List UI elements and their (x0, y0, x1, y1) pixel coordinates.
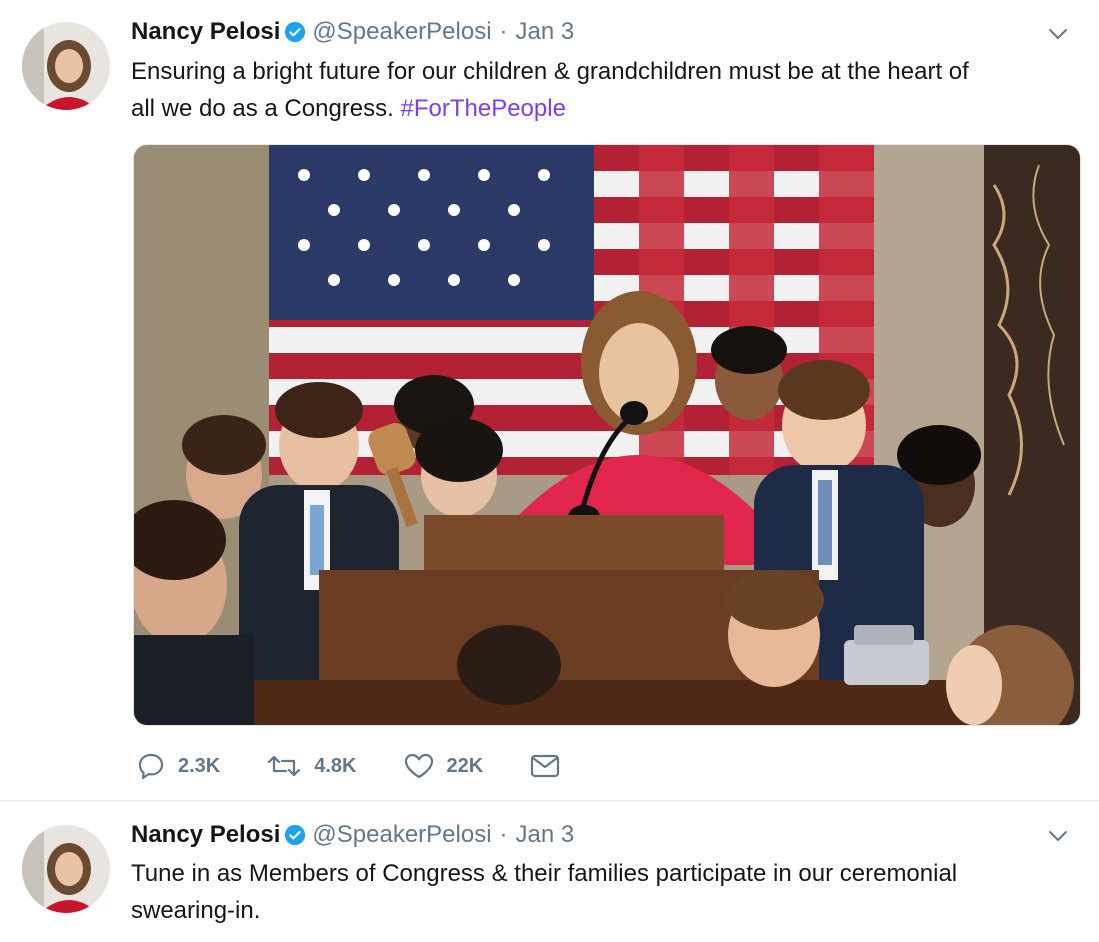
tweet-text: Tune in as Members of Congress & their f… (131, 855, 1076, 929)
like-button[interactable]: 22K (403, 751, 484, 781)
tweet-date[interactable]: Jan 3 (516, 18, 575, 46)
tweet-date[interactable]: Jan 3 (516, 821, 575, 849)
tweet-header: Nancy Pelosi @SpeakerPelosi · Jan 3 (131, 819, 574, 851)
reply-count: 2.3K (178, 754, 221, 777)
tweet-text-segment: all we do as a Congress. (131, 95, 394, 122)
separator-dot: · (499, 821, 508, 848)
tweet-text: Ensuring a bright future for our childre… (131, 53, 1076, 127)
retweet-count: 4.8K (314, 754, 357, 777)
reply-button[interactable]: 2.3K (136, 751, 220, 781)
retweet-button[interactable]: 4.8K (266, 751, 357, 781)
verified-badge-icon (284, 21, 306, 43)
message-icon (529, 751, 561, 781)
tweet-text-line: Ensuring a bright future for our childre… (131, 58, 969, 85)
avatar-image (22, 825, 110, 913)
hashtag-link[interactable]: #ForThePeople (400, 95, 565, 122)
author-handle[interactable]: @SpeakerPelosi (312, 18, 491, 46)
tweet[interactable]: Nancy Pelosi @SpeakerPelosi · Jan 3 Ensu… (0, 0, 1099, 801)
like-icon (403, 751, 435, 781)
tweet-text-line: swearing-in. (131, 897, 261, 924)
avatar-image (22, 22, 110, 110)
direct-message-button[interactable] (529, 751, 561, 781)
like-count: 22K (446, 754, 484, 777)
tweet-actions: 2.3K 4.8K 22K (136, 748, 607, 784)
chevron-down-icon[interactable] (1045, 21, 1071, 47)
author-handle[interactable]: @SpeakerPelosi (312, 821, 491, 849)
separator-dot: · (499, 18, 508, 45)
reply-icon (136, 751, 166, 781)
tweet-text-line: Tune in as Members of Congress & their f… (131, 860, 958, 887)
avatar[interactable] (22, 22, 110, 110)
author-name[interactable]: Nancy Pelosi (131, 821, 280, 849)
verified-badge-icon (284, 824, 306, 846)
tweet-text-line: all we do as a Congress. #ForThePeople (131, 90, 1076, 127)
chevron-down-icon[interactable] (1045, 823, 1071, 849)
photo-illustration (134, 145, 1080, 725)
author-name[interactable]: Nancy Pelosi (131, 18, 280, 46)
tweet-photo[interactable] (133, 144, 1081, 726)
avatar[interactable] (22, 825, 110, 913)
tweet[interactable]: Nancy Pelosi @SpeakerPelosi · Jan 3 Tune… (0, 801, 1099, 942)
retweet-icon (266, 751, 302, 781)
tweet-header: Nancy Pelosi @SpeakerPelosi · Jan 3 (131, 16, 574, 48)
